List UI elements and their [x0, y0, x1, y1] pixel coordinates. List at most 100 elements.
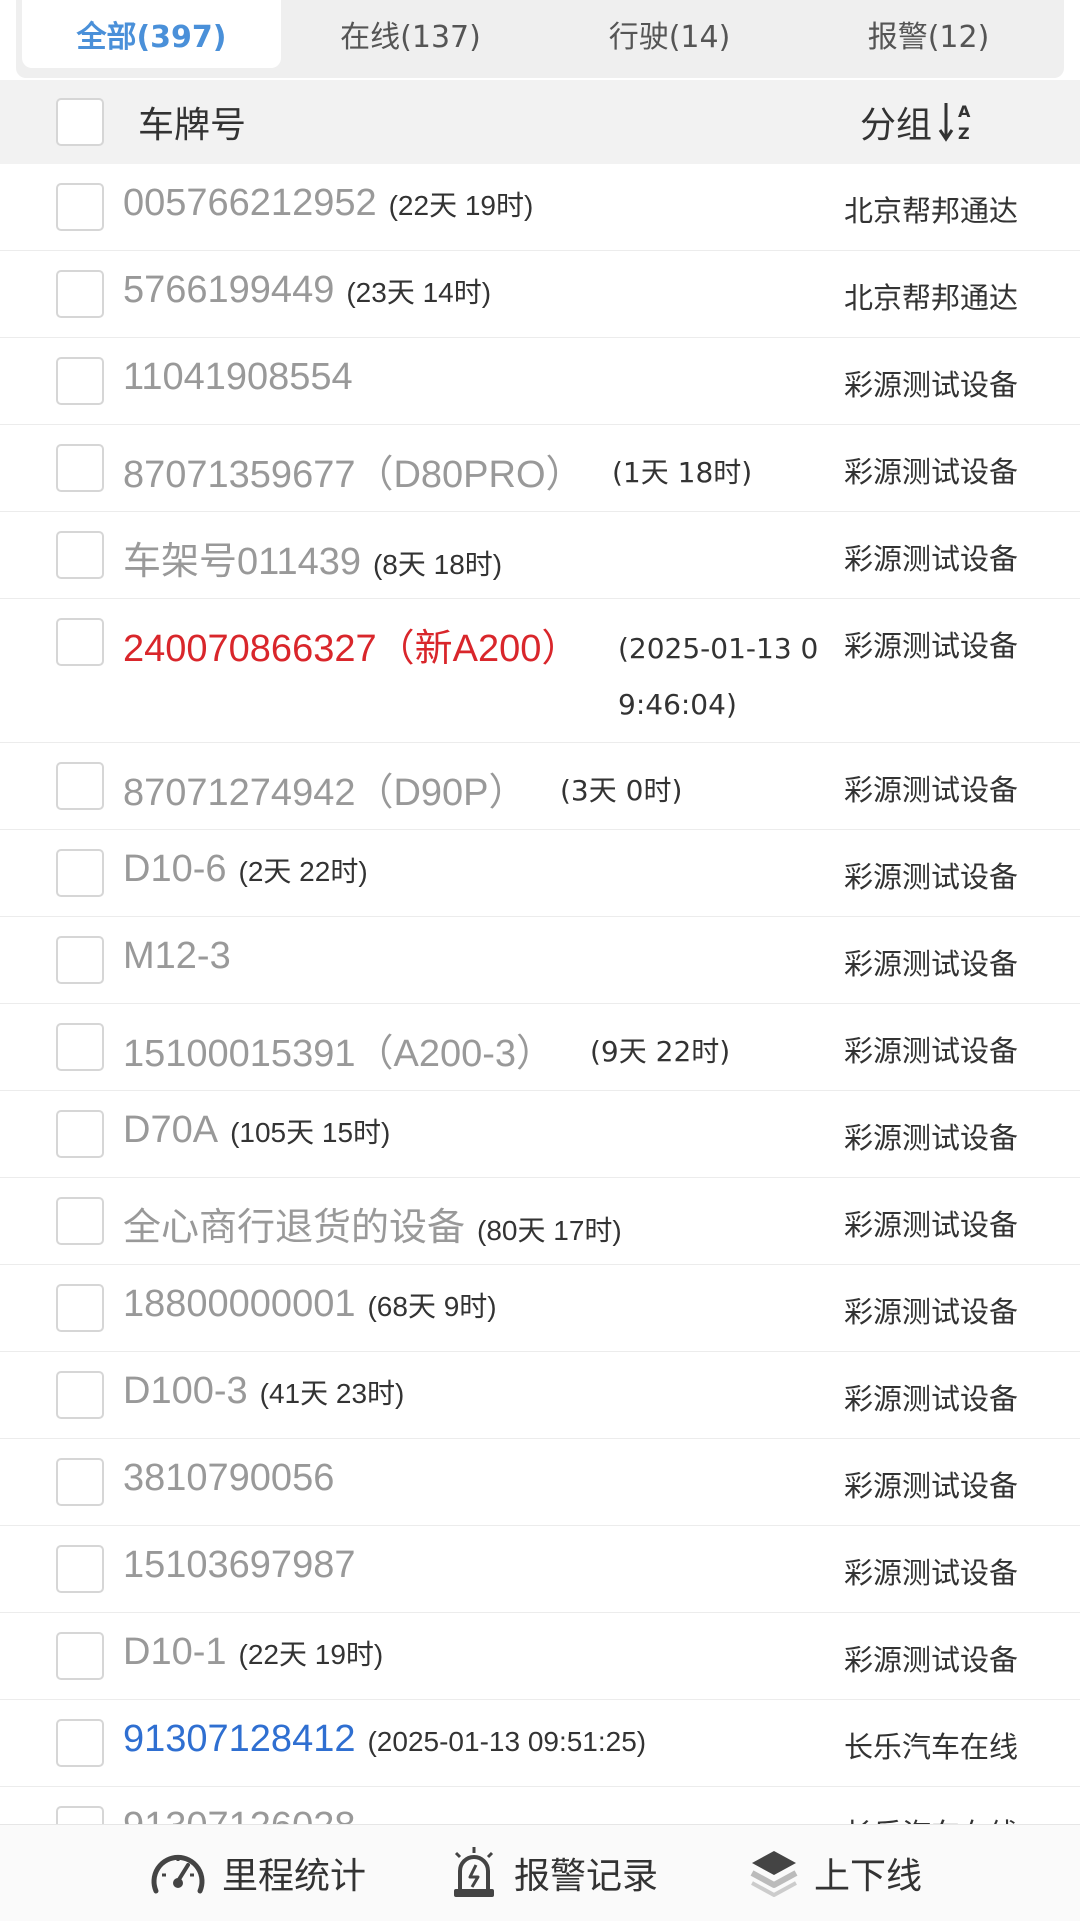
tab-online[interactable]: 在线(137): [281, 0, 540, 68]
filter-tabs: 全部(397) 在线(137) 行驶(14) 报警(12): [16, 0, 1064, 78]
vehicle-name: 车架号011439 (8天 18时): [123, 541, 503, 583]
group-name: 彩源测试设备: [844, 368, 1019, 402]
vehicle-name: D70A (105天 15时): [123, 1109, 391, 1151]
mileage-stats-label: 里程统计: [222, 1856, 367, 1897]
vehicle-name: D10-1 (22天 19时): [123, 1631, 384, 1673]
tab-all[interactable]: 全部(397): [22, 0, 281, 68]
layers-icon: [750, 1851, 798, 1897]
list-item[interactable]: 车架号011439 (8天 18时) 彩源测试设备: [0, 512, 1080, 599]
group-name: 彩源测试设备: [844, 1643, 1019, 1677]
vehicle-name: 15103697987: [123, 1544, 356, 1586]
group-name: 北京帮邦通达: [844, 281, 1019, 315]
group-name: 彩源测试设备: [844, 773, 1019, 807]
vehicle-name: 240070866327（新A200）: [123, 628, 580, 670]
list-header: 车牌号 分组 A Z: [0, 80, 1080, 164]
row-checkbox[interactable]: [56, 1371, 104, 1419]
select-all-checkbox[interactable]: [56, 98, 104, 146]
row-checkbox[interactable]: [56, 270, 104, 318]
offline-duration: (2天 22时): [238, 856, 368, 887]
row-checkbox[interactable]: [56, 183, 104, 231]
list-item[interactable]: 15100015391（A200-3） (9天 22时) 彩源测试设备: [0, 1004, 1080, 1091]
group-column-label: 分组: [860, 105, 933, 146]
list-item[interactable]: 3810790056 彩源测试设备: [0, 1439, 1080, 1526]
list-item[interactable]: 91307126028 长乐汽车在线: [0, 1787, 1080, 1824]
row-checkbox[interactable]: [56, 936, 104, 984]
row-checkbox[interactable]: [56, 1806, 104, 1824]
offline-duration: (3天 0时): [560, 774, 683, 807]
mileage-stats-button[interactable]: 里程统计: [148, 1845, 366, 1901]
row-checkbox[interactable]: [56, 762, 104, 810]
row-checkbox[interactable]: [56, 357, 104, 405]
row-checkbox[interactable]: [56, 618, 104, 666]
list-item[interactable]: D100-3 (41天 23时) 彩源测试设备: [0, 1352, 1080, 1439]
offline-duration: (105天 15时): [230, 1117, 391, 1148]
group-name: 彩源测试设备: [844, 1382, 1019, 1416]
vehicle-name: 全心商行退货的设备 (80天 17时): [123, 1207, 622, 1249]
group-name: 彩源测试设备: [844, 1208, 1019, 1242]
row-checkbox[interactable]: [56, 1197, 104, 1245]
vehicle-name: 87071359677（D80PRO）: [123, 454, 584, 496]
last-seen-time: (2025-01-13 09:46:04): [618, 632, 819, 721]
alarm-records-label: 报警记录: [514, 1856, 659, 1897]
list-item[interactable]: D70A (105天 15时) 彩源测试设备: [0, 1091, 1080, 1178]
row-checkbox[interactable]: [56, 531, 104, 579]
alarm-records-button[interactable]: 报警记录: [448, 1845, 658, 1901]
row-checkbox[interactable]: [56, 1632, 104, 1680]
list-item[interactable]: M12-3 彩源测试设备: [0, 917, 1080, 1004]
row-checkbox[interactable]: [56, 1719, 104, 1767]
list-item[interactable]: 11041908554 彩源测试设备: [0, 338, 1080, 425]
tab-alarm[interactable]: 报警(12): [799, 0, 1058, 68]
row-checkbox[interactable]: [56, 1458, 104, 1506]
list-item[interactable]: D10-1 (22天 19时) 彩源测试设备: [0, 1613, 1080, 1700]
list-item[interactable]: 全心商行退货的设备 (80天 17时) 彩源测试设备: [0, 1178, 1080, 1265]
list-item[interactable]: D10-6 (2天 22时) 彩源测试设备: [0, 830, 1080, 917]
offline-duration: (22天 19时): [238, 1639, 384, 1670]
row-checkbox[interactable]: [56, 849, 104, 897]
group-name: 北京帮邦通达: [844, 194, 1019, 228]
offline-duration: (23天 14时): [346, 277, 492, 308]
tab-driving[interactable]: 行驶(14): [540, 0, 799, 68]
group-name: 彩源测试设备: [844, 542, 1019, 576]
vehicle-name: 3810790056: [123, 1457, 335, 1499]
speedometer-icon: [151, 1854, 205, 1894]
offline-duration: (22天 19时): [388, 190, 534, 221]
group-name: 彩源测试设备: [844, 455, 1019, 489]
group-name: 长乐汽车在线: [844, 1730, 1019, 1764]
vehicle-name: 005766212952 (22天 19时): [123, 182, 534, 224]
list-item[interactable]: 18800000001 (68天 9时) 彩源测试设备: [0, 1265, 1080, 1352]
online-offline-button[interactable]: 上下线: [748, 1847, 922, 1899]
offline-duration: (8天 18时): [372, 549, 503, 580]
group-name: 彩源测试设备: [844, 1121, 1019, 1155]
list-item[interactable]: 91307128412 (2025-01-13 09:51:25) 长乐汽车在线: [0, 1700, 1080, 1787]
offline-duration: (1天 18时): [612, 456, 753, 489]
group-name: 彩源测试设备: [844, 860, 1019, 894]
row-checkbox[interactable]: [56, 1110, 104, 1158]
vehicle-name: 87071274942（D90P）: [123, 772, 527, 814]
vehicle-name: 5766199449 (23天 14时): [123, 269, 492, 311]
row-checkbox[interactable]: [56, 1545, 104, 1593]
row-checkbox[interactable]: [56, 444, 104, 492]
svg-text:Z: Z: [958, 124, 970, 143]
list-item[interactable]: 15103697987 彩源测试设备: [0, 1526, 1080, 1613]
list-item[interactable]: 87071359677（D80PRO） (1天 18时) 彩源测试设备: [0, 425, 1080, 512]
group-name: 彩源测试设备: [844, 1469, 1019, 1503]
last-seen-time: (2025-01-13 09:51:25): [367, 1726, 647, 1757]
row-checkbox[interactable]: [56, 1284, 104, 1332]
group-name: 彩源测试设备: [844, 629, 1019, 663]
group-name: 彩源测试设备: [844, 947, 1019, 981]
vehicle-list: 005766212952 (22天 19时) 北京帮邦通达 5766199449(…: [0, 164, 1080, 1824]
list-item[interactable]: 240070866327（新A200） (2025-01-13 09:46:04…: [0, 599, 1080, 743]
online-offline-label: 上下线: [814, 1856, 923, 1897]
bottom-toolbar: 里程统计 报警记录 上下线: [0, 1824, 1080, 1921]
plate-column-label: 车牌号: [138, 105, 247, 146]
list-item[interactable]: 87071274942（D90P） (3天 0时) 彩源测试设备: [0, 743, 1080, 830]
vehicle-name: 91307126028: [123, 1805, 355, 1824]
vehicle-name: M12-3: [123, 935, 231, 977]
group-name: 彩源测试设备: [844, 1295, 1019, 1329]
row-checkbox[interactable]: [56, 1023, 104, 1071]
group-sort-button[interactable]: 分组 A Z: [860, 80, 978, 164]
list-item[interactable]: 5766199449 (23天 14时) 北京帮邦通达: [0, 251, 1080, 338]
sort-a-z-icon: A Z: [938, 102, 971, 143]
vehicle-name: 11041908554: [123, 356, 353, 398]
list-item[interactable]: 005766212952 (22天 19时) 北京帮邦通达: [0, 164, 1080, 251]
